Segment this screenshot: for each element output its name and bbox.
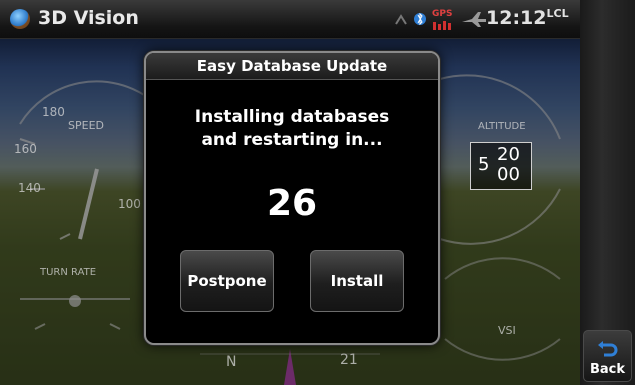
speed-label: SPEED	[68, 119, 104, 132]
countdown-value: 26	[266, 183, 318, 224]
postpone-button[interactable]: Postpone	[180, 250, 274, 312]
clock-suffix: LCL	[546, 7, 569, 20]
altitude-readout-top: 20	[497, 144, 520, 165]
screen: 180 160 140 100 SPEED TURN RATE ALTITUDE…	[0, 0, 635, 385]
status-icons: GPS	[393, 9, 488, 32]
gps-status-icon: GPS	[431, 9, 455, 31]
gps-label: GPS	[432, 9, 453, 19]
turn-rate-label: TURN RATE	[40, 267, 97, 278]
signal-icon	[393, 11, 409, 31]
clock: 12:12LCL	[486, 7, 569, 29]
globe-icon	[10, 9, 30, 29]
bluetooth-icon	[414, 10, 426, 32]
altitude-readout-mid: 5	[478, 154, 490, 175]
altitude-label: ALTITUDE	[478, 121, 526, 132]
speed-tick-180: 180	[42, 105, 65, 119]
dialog-title: Easy Database Update	[146, 53, 438, 80]
altitude-readout: 5 20 00	[470, 142, 532, 190]
easy-database-update-dialog: Easy Database Update Installing database…	[144, 51, 440, 345]
heading-21: 21	[340, 352, 358, 368]
right-button-panel	[580, 0, 635, 385]
back-button[interactable]: Back	[583, 330, 632, 382]
speed-tick-160: 160	[14, 142, 37, 156]
vsi-label: VSI	[498, 324, 516, 337]
clock-time: 12:12	[486, 7, 547, 29]
dialog-message-line1: Installing databases	[194, 107, 390, 127]
altitude-readout-bottom: 00	[497, 164, 520, 185]
app-title: 3D Vision	[38, 7, 139, 29]
dialog-message-line2: and restarting in...	[201, 130, 383, 150]
back-label: Back	[589, 362, 626, 377]
speed-tick-100: 100	[118, 197, 141, 211]
install-button[interactable]: Install	[310, 250, 404, 312]
aircraft-icon	[460, 10, 488, 32]
speed-tick-140: 140	[18, 181, 41, 195]
back-arrow-icon	[597, 337, 619, 363]
heading-n: N	[226, 354, 237, 370]
title-bar: 3D Vision GPS 12:12LCL	[0, 0, 580, 39]
